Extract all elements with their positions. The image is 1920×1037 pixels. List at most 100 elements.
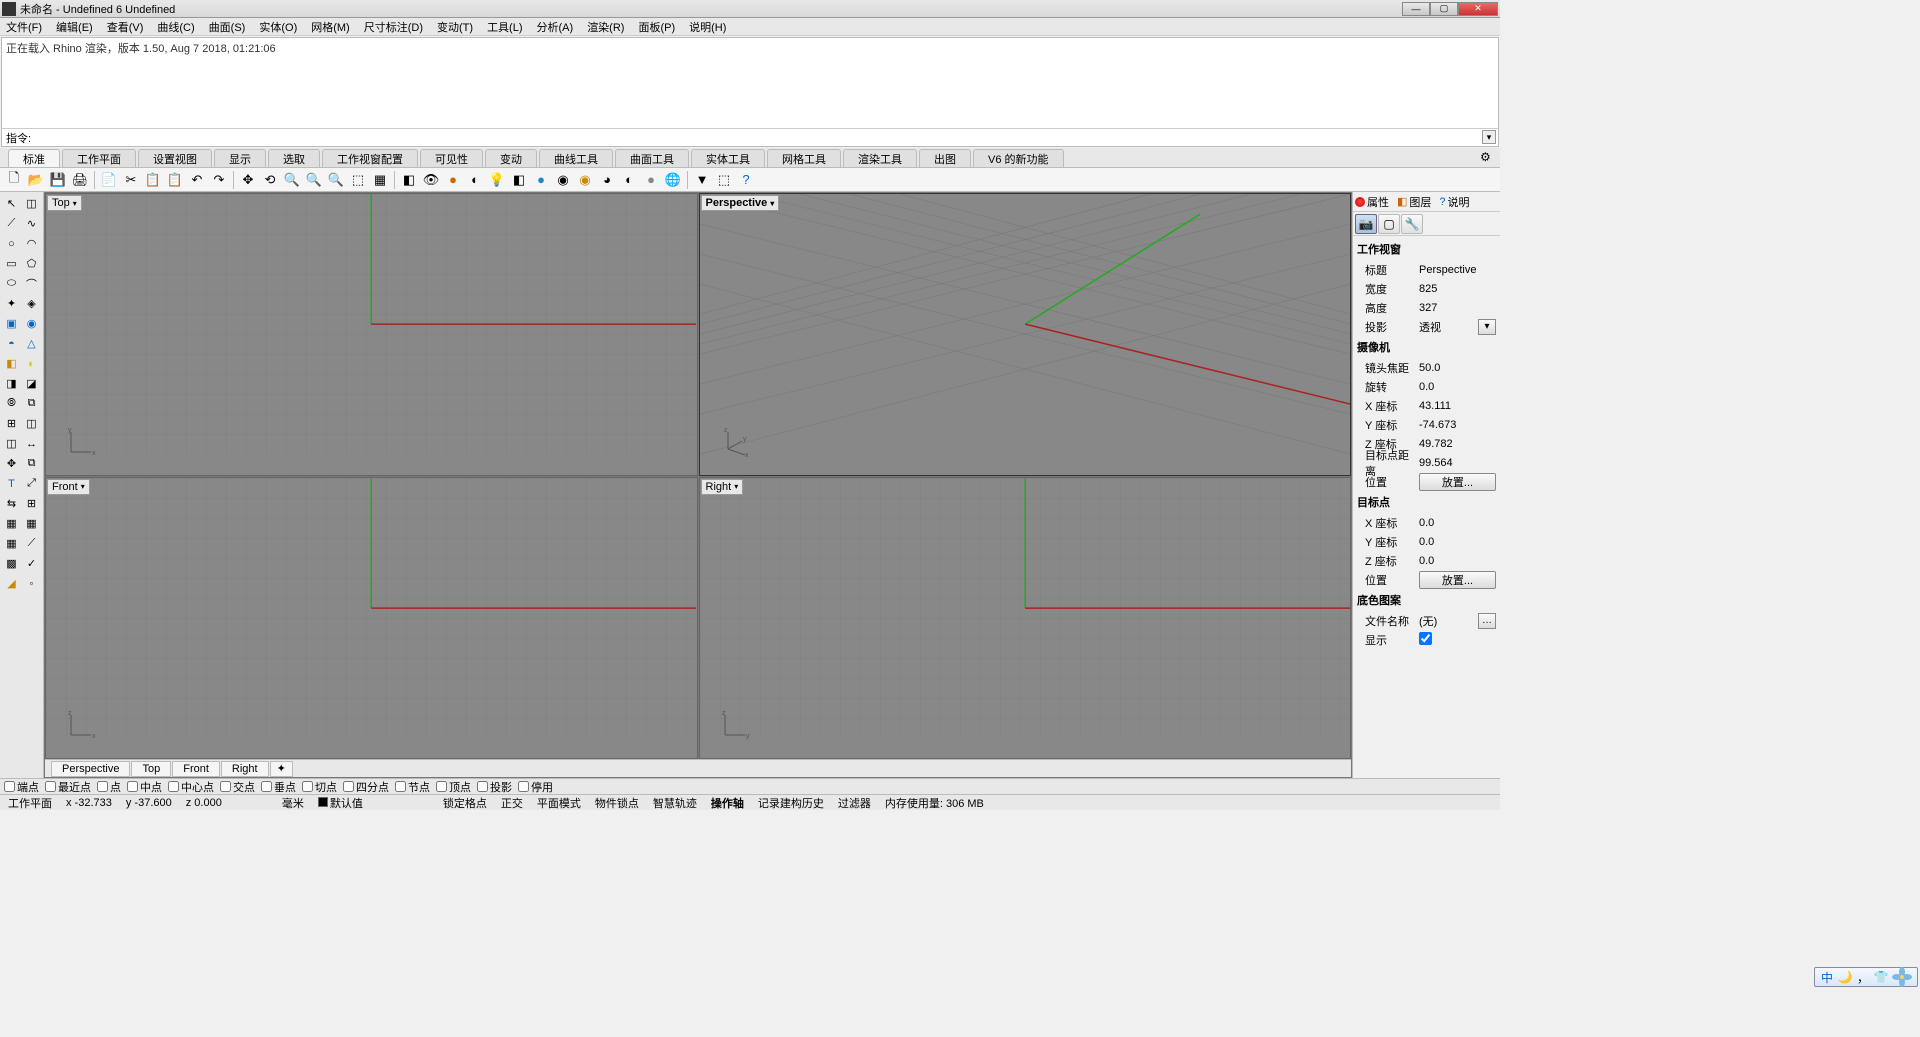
rp-tx-value[interactable]: 0.0 bbox=[1419, 517, 1496, 529]
rp-tz-value[interactable]: 0.0 bbox=[1419, 555, 1496, 567]
tooltab-surfacetools[interactable]: 曲面工具 bbox=[615, 149, 689, 167]
join-icon[interactable]: ⧉ bbox=[22, 394, 41, 413]
snap-near[interactable]: 最近点 bbox=[45, 779, 91, 795]
rptab-properties[interactable]: 属性 bbox=[1355, 194, 1389, 210]
dim-icon[interactable]: ▦ bbox=[2, 534, 21, 553]
menu-dimension[interactable]: 尺寸标注(D) bbox=[362, 19, 425, 35]
scale-icon[interactable]: ⤢ bbox=[22, 474, 41, 493]
offset-icon[interactable]: ↔ bbox=[22, 434, 41, 453]
pointer-icon[interactable]: ↖ bbox=[2, 194, 21, 213]
paste-icon[interactable]: 📋 bbox=[165, 170, 185, 190]
ime-lang-icon[interactable]: 中 bbox=[1819, 969, 1835, 985]
tooltab-cplane[interactable]: 工作平面 bbox=[62, 149, 136, 167]
setview-icon[interactable]: 👁 bbox=[421, 170, 441, 190]
sb-smarttrack[interactable]: 智慧轨迹 bbox=[649, 795, 701, 811]
tooltab-transform[interactable]: 变动 bbox=[485, 149, 537, 167]
sweep-icon[interactable]: ◪ bbox=[22, 374, 41, 393]
rp-projection-dropdown[interactable]: ▾ bbox=[1478, 319, 1496, 335]
revolve-icon[interactable]: ◐ bbox=[22, 354, 41, 373]
vptab-right[interactable]: Right bbox=[221, 761, 269, 777]
ime-moon-icon[interactable]: 🌙 bbox=[1837, 969, 1853, 985]
rp-height-value[interactable]: 327 bbox=[1419, 302, 1496, 314]
viewport-front-label[interactable]: Front▾ bbox=[47, 479, 90, 495]
snap-quad[interactable]: 四分点 bbox=[343, 779, 389, 795]
tooltab-visibility[interactable]: 可见性 bbox=[420, 149, 483, 167]
rp-camera-icon[interactable]: 📷 bbox=[1355, 214, 1377, 234]
menu-transform[interactable]: 变动(T) bbox=[435, 19, 475, 35]
rp-texture-icon[interactable]: 🔧 bbox=[1401, 214, 1423, 234]
ime-shirt-icon[interactable]: 👕 bbox=[1873, 969, 1889, 985]
cylinder-icon[interactable]: ◉ bbox=[22, 314, 41, 333]
menu-panels[interactable]: 面板(P) bbox=[636, 19, 677, 35]
tooltab-setview[interactable]: 设置视图 bbox=[138, 149, 212, 167]
menu-help[interactable]: 说明(H) bbox=[687, 19, 728, 35]
vptab-front[interactable]: Front bbox=[172, 761, 220, 777]
rp-title-value[interactable]: Perspective bbox=[1419, 264, 1496, 276]
sb-ortho[interactable]: 正交 bbox=[497, 795, 527, 811]
rp-place-target-button[interactable]: 放置... bbox=[1419, 571, 1496, 589]
mirror-icon[interactable]: ⇆ bbox=[2, 494, 21, 513]
ime-punct-icon[interactable]: ， bbox=[1855, 969, 1871, 985]
misc2-icon[interactable]: ◦ bbox=[22, 574, 41, 593]
copy-tool-icon[interactable]: ⧉ bbox=[22, 454, 41, 473]
rp-ty-value[interactable]: 0.0 bbox=[1419, 536, 1496, 548]
rp-wallpaper-browse[interactable]: … bbox=[1478, 613, 1496, 629]
loft-icon[interactable]: ◨ bbox=[2, 374, 21, 393]
rp-place-camera-button[interactable]: 放置... bbox=[1419, 473, 1496, 491]
rect-icon[interactable]: ▭ bbox=[2, 254, 21, 273]
viewport-top-label[interactable]: Top▾ bbox=[47, 195, 82, 211]
surface-icon[interactable]: ◈ bbox=[22, 294, 41, 313]
save-icon[interactable]: 💾 bbox=[48, 170, 68, 190]
tooltab-drafting[interactable]: 出图 bbox=[919, 149, 971, 167]
layers-icon[interactable]: ◧ bbox=[509, 170, 529, 190]
tooltab-gear-icon[interactable]: ⚙ bbox=[1480, 150, 1494, 164]
rp-camx-value[interactable]: 43.111 bbox=[1419, 400, 1496, 412]
rp-dist-value[interactable]: 99.564 bbox=[1419, 457, 1496, 469]
pan-icon[interactable]: ✥ bbox=[238, 170, 258, 190]
snap-disable[interactable]: 停用 bbox=[518, 779, 553, 795]
tooltab-curvetools[interactable]: 曲线工具 bbox=[539, 149, 613, 167]
vptab-add[interactable]: ✦ bbox=[270, 761, 293, 777]
viewport-right[interactable]: Right▾ yz bbox=[699, 477, 1352, 760]
snap-int[interactable]: 交点 bbox=[220, 779, 255, 795]
lock-icon[interactable]: 💡 bbox=[487, 170, 507, 190]
menu-solid[interactable]: 实体(O) bbox=[257, 19, 299, 35]
tooltab-meshtools[interactable]: 网格工具 bbox=[767, 149, 841, 167]
sb-osnap[interactable]: 物件锁点 bbox=[591, 795, 643, 811]
circle-icon[interactable]: ○ bbox=[2, 234, 21, 253]
snap-mid[interactable]: 中点 bbox=[127, 779, 162, 795]
named-view-icon[interactable]: ▦ bbox=[370, 170, 390, 190]
tooltab-solidtools[interactable]: 实体工具 bbox=[691, 149, 765, 167]
object-props-icon[interactable]: ● bbox=[641, 170, 661, 190]
menu-edit[interactable]: 编辑(E) bbox=[54, 19, 95, 35]
viewport-perspective[interactable]: Perspective▾ zyx bbox=[699, 193, 1352, 476]
rp-material-icon[interactable]: ▢ bbox=[1378, 214, 1400, 234]
tooltab-v6new[interactable]: V6 的新功能 bbox=[973, 149, 1064, 167]
help-icon[interactable]: ? bbox=[736, 170, 756, 190]
rptab-help[interactable]: ?说明 bbox=[1439, 194, 1469, 210]
close-button[interactable]: ✕ bbox=[1458, 2, 1498, 16]
sb-planar[interactable]: 平面模式 bbox=[533, 795, 585, 811]
ungroup-icon[interactable]: ▦ bbox=[22, 514, 41, 533]
menu-view[interactable]: 查看(V) bbox=[105, 19, 146, 35]
polyline-icon[interactable]: ⟋ bbox=[2, 214, 21, 233]
menu-render[interactable]: 渲染(R) bbox=[585, 19, 626, 35]
rp-rotation-value[interactable]: 0.0 bbox=[1419, 381, 1496, 393]
menu-file[interactable]: 文件(F) bbox=[4, 19, 44, 35]
split-icon[interactable]: ◫ bbox=[2, 434, 21, 453]
menu-mesh[interactable]: 网格(M) bbox=[309, 19, 352, 35]
snap-tan[interactable]: 切点 bbox=[302, 779, 337, 795]
minimize-button[interactable]: — bbox=[1402, 2, 1430, 16]
properties-icon[interactable]: ◐ bbox=[619, 170, 639, 190]
tooltab-rendertools[interactable]: 渲染工具 bbox=[843, 149, 917, 167]
select-icon[interactable]: ⬚ bbox=[714, 170, 734, 190]
sb-filter[interactable]: 过滤器 bbox=[834, 795, 875, 811]
viewport-right-label[interactable]: Right▾ bbox=[701, 479, 744, 495]
filter-icon[interactable]: ▼ bbox=[692, 170, 712, 190]
trim-icon[interactable]: ◫ bbox=[22, 414, 41, 433]
menu-analyze[interactable]: 分析(A) bbox=[535, 19, 576, 35]
options-icon[interactable]: ◕ bbox=[597, 170, 617, 190]
rp-wallpaper-show-checkbox[interactable] bbox=[1419, 632, 1432, 645]
box-icon[interactable]: ▣ bbox=[2, 314, 21, 333]
earth-icon[interactable]: 🌐 bbox=[663, 170, 683, 190]
